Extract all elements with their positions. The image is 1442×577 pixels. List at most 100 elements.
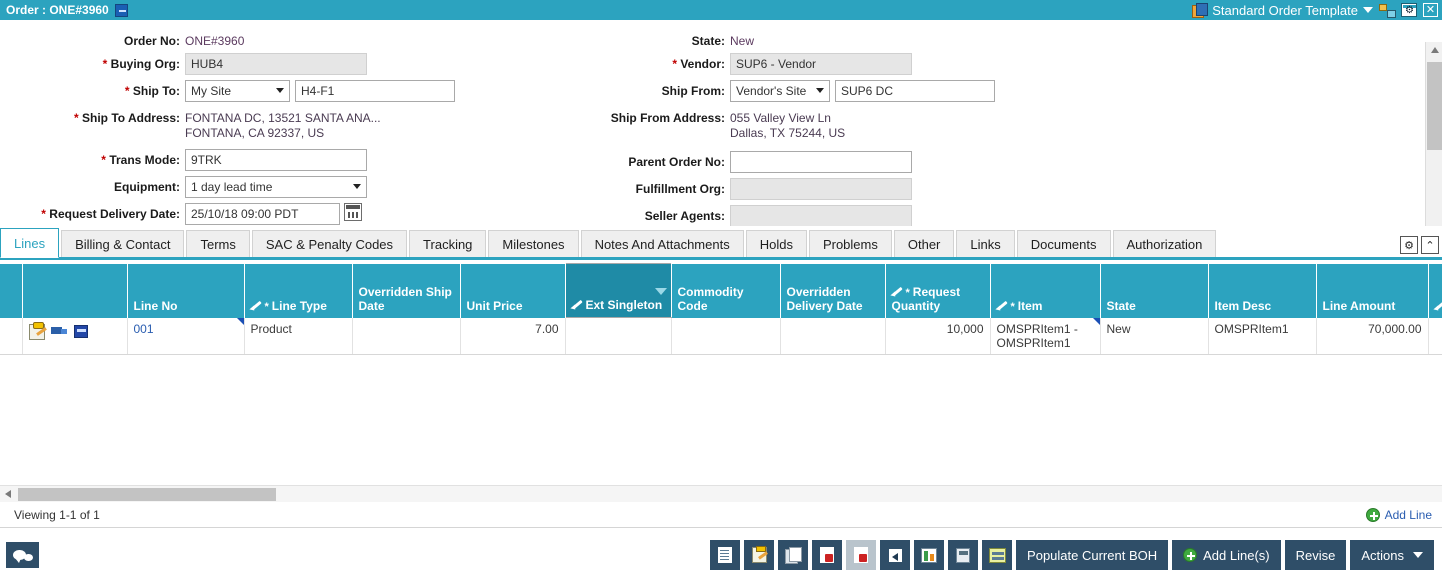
clipboard-person-icon[interactable] [744, 540, 774, 570]
required-marker: * [906, 287, 910, 299]
col-row-icons[interactable] [22, 264, 127, 318]
truck-icon[interactable] [51, 326, 68, 338]
tab-authorization[interactable]: Authorization [1113, 230, 1217, 257]
cell-state[interactable]: New [1100, 318, 1208, 355]
col-item-desc[interactable]: Item Desc [1208, 264, 1316, 318]
actions-button[interactable]: Actions [1350, 540, 1434, 570]
tab-terms[interactable]: Terms [186, 230, 249, 257]
bar-chart-icon[interactable] [914, 540, 944, 570]
col-commodity-code[interactable]: Commodity Code [671, 264, 780, 318]
settings-window-icon[interactable] [1401, 3, 1417, 17]
col-extra[interactable] [1428, 264, 1442, 318]
box-icon[interactable] [74, 325, 88, 338]
plus-circle-icon [1183, 548, 1197, 562]
tab-notes-and-attachments[interactable]: Notes And Attachments [581, 230, 744, 257]
export-pdf-icon[interactable] [812, 540, 842, 570]
copy-document-icon[interactable] [710, 540, 740, 570]
cell-line-no[interactable]: 001 [127, 318, 244, 355]
cell-item[interactable]: OMSPRItem1 - OMSPRItem1 [990, 318, 1100, 355]
tab-tracking[interactable]: Tracking [409, 230, 486, 257]
shipment-icon[interactable] [982, 540, 1012, 570]
grid-status-bar: Viewing 1-1 of 1 Add Line [0, 502, 1442, 528]
cell-row-icons [22, 318, 127, 355]
revise-button[interactable]: Revise [1285, 540, 1347, 570]
edit-pencil-icon [251, 300, 263, 311]
chevron-down-icon[interactable] [1363, 7, 1373, 13]
tab-problems[interactable]: Problems [809, 230, 892, 257]
col-request-quantity[interactable]: *Request Quantity [885, 264, 990, 318]
col-select[interactable] [0, 264, 22, 318]
scroll-up-icon[interactable] [1426, 42, 1442, 58]
close-icon[interactable]: ✕ [1423, 3, 1438, 17]
ship-to-type-select[interactable]: My Site [185, 80, 290, 102]
calendar-icon[interactable] [344, 203, 362, 221]
grid-horizontal-scrollbar[interactable] [0, 485, 1442, 502]
page-title-text: Order : ONE#3960 [6, 3, 109, 17]
grid-settings-icon[interactable]: ⚙ [1400, 236, 1418, 254]
horizontal-scroll-thumb[interactable] [18, 488, 276, 501]
trans-mode-input[interactable] [185, 149, 367, 171]
col-item[interactable]: *Item [990, 264, 1100, 318]
col-line-type[interactable]: *Line Type [244, 264, 352, 318]
vendor-input[interactable] [730, 53, 912, 75]
tab-sac-penalty-codes[interactable]: SAC & Penalty Codes [252, 230, 407, 257]
parent-order-no-input[interactable] [730, 151, 912, 173]
hierarchy-icon[interactable] [1379, 3, 1395, 17]
add-lines-button[interactable]: Add Line(s) [1172, 540, 1280, 570]
cell-request-quantity[interactable]: 10,000 [885, 318, 990, 355]
populate-current-boh-button[interactable]: Populate Current BOH [1016, 540, 1168, 570]
cell-ext-singleton[interactable] [565, 318, 671, 355]
tab-milestones[interactable]: Milestones [488, 230, 578, 257]
viewing-count: Viewing 1-1 of 1 [0, 508, 100, 522]
cell-select[interactable] [0, 318, 22, 355]
cell-overridden-delivery-date[interactable] [780, 318, 885, 355]
col-unit-price[interactable]: Unit Price [460, 264, 565, 318]
col-overridden-ship-date[interactable]: Overridden Ship Date [352, 264, 460, 318]
cell-line-type[interactable]: Product [244, 318, 352, 355]
col-line-no[interactable]: Line No [127, 264, 244, 318]
print-preview-icon[interactable] [846, 540, 876, 570]
tab-documents[interactable]: Documents [1017, 230, 1111, 257]
window-restore-icon[interactable] [115, 4, 128, 17]
col-ext-singleton[interactable]: Ext Singleton [565, 264, 671, 318]
tab-lines[interactable]: Lines [0, 228, 59, 258]
buying-org-input[interactable] [185, 53, 367, 75]
form-scroll-thumb[interactable] [1427, 62, 1442, 150]
cell-unit-price[interactable]: 7.00 [460, 318, 565, 355]
template-selector[interactable]: Standard Order Template [1192, 3, 1373, 18]
cell-item-desc[interactable]: OMSPRItem1 [1208, 318, 1316, 355]
field-ship-to-address: * Ship To Address: FONTANA DC, 13521 SAN… [0, 107, 560, 141]
ship-from-input[interactable] [835, 80, 995, 102]
add-line-link[interactable]: Add Line [1366, 508, 1442, 522]
request-delivery-date-input[interactable] [185, 203, 340, 225]
col-state[interactable]: State [1100, 264, 1208, 318]
fulfillment-org-input[interactable] [730, 178, 912, 200]
seller-agents-input[interactable] [730, 205, 912, 226]
calculator-icon[interactable] [948, 540, 978, 570]
table-row[interactable]: 001 Product 7.00 10,000 OMSPRItem1 - OMS… [0, 318, 1442, 355]
ship-from-address-value: 055 Valley View Ln Dallas, TX 75244, US [725, 107, 845, 141]
col-line-amount[interactable]: Line Amount [1316, 264, 1428, 318]
tab-links[interactable]: Links [956, 230, 1014, 257]
cell-overridden-ship-date[interactable] [352, 318, 460, 355]
equipment-select[interactable]: 1 day lead time [185, 176, 367, 198]
chat-bubbles-icon[interactable] [6, 542, 39, 568]
clipboard-person-icon[interactable] [29, 324, 45, 340]
tab-billing-contact[interactable]: Billing & Contact [61, 230, 184, 257]
chevron-down-icon [1413, 552, 1423, 558]
ship-from-type-select[interactable]: Vendor's Site [730, 80, 830, 102]
collapse-up-icon[interactable]: ⌃ [1421, 236, 1439, 254]
ship-from-address-line2: Dallas, TX 75244, US [730, 126, 845, 141]
field-label: Trans Mode: [109, 153, 180, 167]
cell-line-amount[interactable]: 70,000.00 [1316, 318, 1428, 355]
col-overridden-delivery-date[interactable]: Overridden Delivery Date [780, 264, 885, 318]
form-scrollbar[interactable] [1425, 42, 1442, 226]
go-back-icon[interactable] [880, 540, 910, 570]
tab-other[interactable]: Other [894, 230, 955, 257]
cell-extra[interactable] [1428, 318, 1442, 355]
ship-to-input[interactable] [295, 80, 455, 102]
tab-holds[interactable]: Holds [746, 230, 807, 257]
scroll-left-icon[interactable] [0, 486, 16, 503]
cell-commodity-code[interactable] [671, 318, 780, 355]
duplicate-documents-icon[interactable] [778, 540, 808, 570]
